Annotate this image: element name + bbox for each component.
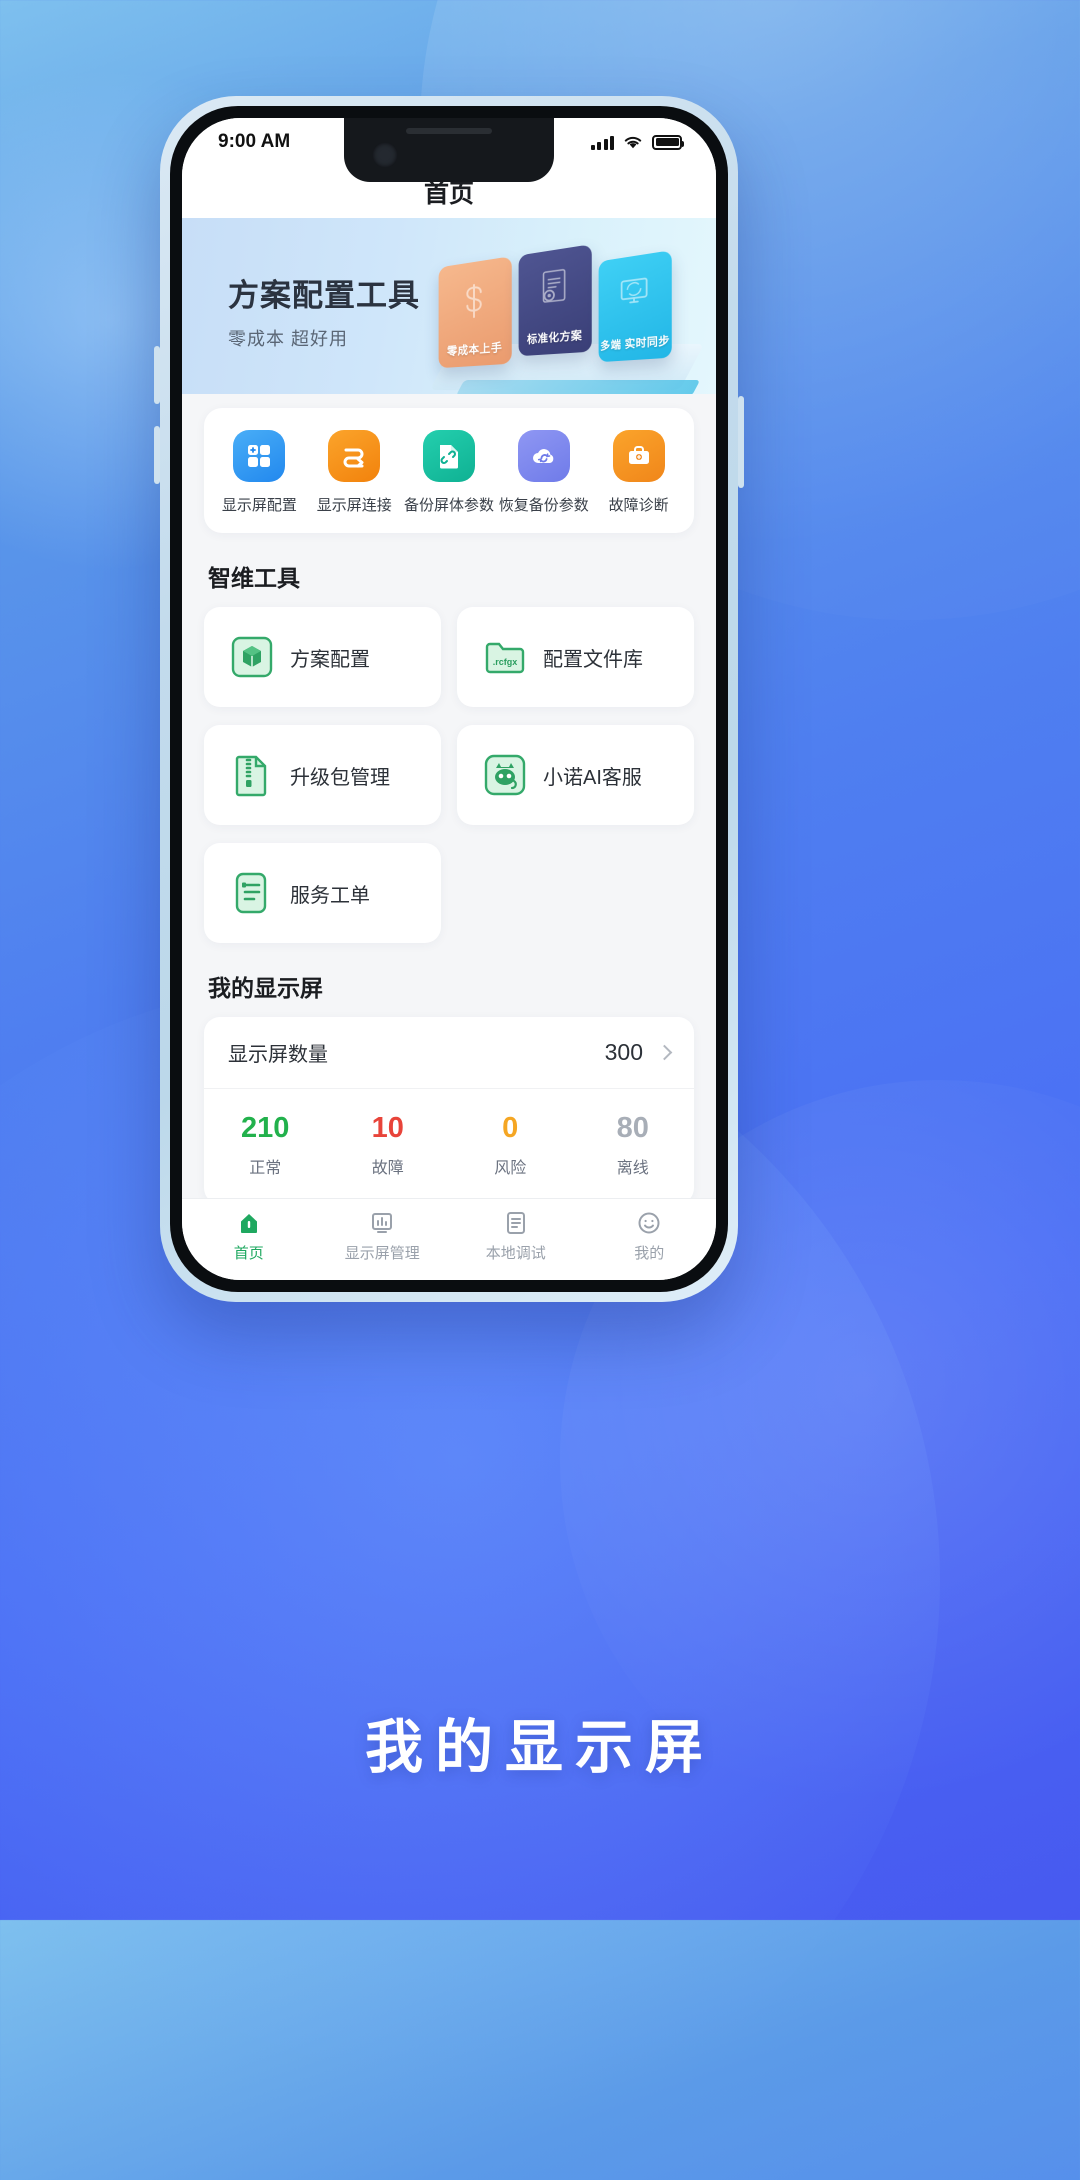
screen-stats-row: 210 正常 10 故障 0 风险 80 离线 <box>204 1089 694 1198</box>
stat-label: 故障 <box>327 1154 450 1178</box>
stat-label: 风险 <box>449 1154 572 1178</box>
banner-card-caption: 多端 实时同步 <box>600 335 670 353</box>
banner-title: 方案配置工具 <box>228 270 420 315</box>
tool-card-ai-support[interactable]: 小诺AI客服 <box>457 725 694 825</box>
cube-box-icon <box>230 634 274 680</box>
quick-actions-card: 显示屏配置 显示屏连接 备份屏体参数 恢复备份参数 故障诊断 <box>204 408 694 533</box>
link-arrows-icon <box>328 430 380 482</box>
cloud-restore-icon <box>518 430 570 482</box>
status-bar-icons <box>591 134 683 150</box>
profile-smiley-icon <box>636 1210 662 1236</box>
quick-action-restore-params[interactable]: 恢复备份参数 <box>496 430 591 515</box>
tool-card-label: 小诺AI客服 <box>543 761 642 790</box>
my-screens-card: 显示屏数量 300 210 正常 10 故障 0 风险 80 离线 <box>204 1017 694 1198</box>
quick-action-label: 显示屏配置 <box>222 494 297 515</box>
volume-down-button <box>154 426 160 484</box>
quick-action-screen-config[interactable]: 显示屏配置 <box>212 430 307 515</box>
status-bar-time: 9:00 AM <box>218 131 290 153</box>
home-icon <box>236 1210 262 1236</box>
cellular-signal-icon <box>591 134 615 150</box>
quick-action-label: 备份屏体参数 <box>404 494 494 515</box>
monitor-sync-icon <box>617 272 652 316</box>
quick-action-screen-connect[interactable]: 显示屏连接 <box>307 430 402 515</box>
tab-screen-management[interactable]: 显示屏管理 <box>316 1210 450 1263</box>
svg-text:.rcfgx: .rcfgx <box>493 657 518 667</box>
stat-normal[interactable]: 210 正常 <box>204 1111 327 1178</box>
tool-card-config-library[interactable]: .rcfgx 配置文件库 <box>457 607 694 707</box>
tool-card-service-order[interactable]: 服务工单 <box>204 843 441 943</box>
stat-risk[interactable]: 0 风险 <box>449 1111 572 1178</box>
tab-local-debug[interactable]: 本地调试 <box>449 1210 583 1263</box>
quick-action-label: 显示屏连接 <box>317 494 392 515</box>
tool-card-upgrade-package[interactable]: 升级包管理 <box>204 725 441 825</box>
banner-card-standard: 标准化方案 <box>519 244 592 356</box>
grid-squares-icon <box>233 430 285 482</box>
zip-file-icon <box>230 752 274 798</box>
phone-bezel: 9:00 AM 首页 方案配置工具 零成本 超好用 零成本上手 标准化方案 多端… <box>170 106 728 1292</box>
chevron-right-icon <box>657 1045 673 1061</box>
tab-label: 我的 <box>634 1242 664 1263</box>
rcfgx-folder-icon: .rcfgx <box>483 634 527 680</box>
banner-card-caption: 标准化方案 <box>527 330 582 347</box>
toolbox-icon <box>613 430 665 482</box>
page-caption: 我的显示屏 <box>0 1700 1080 1784</box>
stat-label: 离线 <box>572 1154 695 1178</box>
banner-illustration: 零成本上手 标准化方案 多端 实时同步 <box>434 242 710 392</box>
banner-subtitle: 零成本 超好用 <box>228 325 420 351</box>
screen-count-label: 显示屏数量 <box>228 1038 605 1067</box>
power-button <box>738 396 744 488</box>
tool-card-label: 服务工单 <box>290 879 370 908</box>
ai-mascot-icon <box>483 752 527 798</box>
screen-manage-icon <box>369 1210 395 1236</box>
promo-banner[interactable]: 方案配置工具 零成本 超好用 零成本上手 标准化方案 多端 实时同步 <box>182 218 716 394</box>
battery-icon <box>652 135 682 150</box>
wifi-icon <box>623 135 643 150</box>
my-screens-title: 我的显示屏 <box>208 969 716 1003</box>
phone-mockup: 9:00 AM 首页 方案配置工具 零成本 超好用 零成本上手 标准化方案 多端… <box>160 96 738 1302</box>
stat-value: 0 <box>449 1111 572 1146</box>
banner-text-group: 方案配置工具 零成本 超好用 <box>228 270 420 351</box>
dollar-sign-icon <box>458 278 491 324</box>
earpiece-speaker <box>406 128 492 134</box>
volume-up-button <box>154 346 160 404</box>
stat-label: 正常 <box>204 1154 327 1178</box>
tab-label: 首页 <box>234 1242 264 1263</box>
banner-card-sync: 多端 实时同步 <box>599 250 672 362</box>
phone-notch <box>344 118 554 182</box>
banner-card-caption: 零成本上手 <box>447 342 502 359</box>
tool-card-label: 配置文件库 <box>543 643 643 672</box>
stat-value: 80 <box>572 1111 695 1146</box>
tool-card-label: 升级包管理 <box>290 761 390 790</box>
quick-action-label: 故障诊断 <box>609 494 669 515</box>
tab-label: 显示屏管理 <box>345 1242 420 1263</box>
tab-profile[interactable]: 我的 <box>583 1210 717 1263</box>
tools-grid: 方案配置 .rcfgx 配置文件库 升级包管理 小诺AI客服 服务工单 <box>182 607 716 943</box>
stat-value: 10 <box>327 1111 450 1146</box>
phone-screen: 9:00 AM 首页 方案配置工具 零成本 超好用 零成本上手 标准化方案 多端… <box>182 118 716 1280</box>
file-link-icon <box>423 430 475 482</box>
banner-pedestal-edge <box>456 380 701 394</box>
tab-label: 本地调试 <box>486 1242 546 1263</box>
stat-value: 210 <box>204 1111 327 1146</box>
stat-fault[interactable]: 10 故障 <box>327 1111 450 1178</box>
screen-count-row[interactable]: 显示屏数量 300 <box>204 1017 694 1089</box>
tool-card-scheme-config[interactable]: 方案配置 <box>204 607 441 707</box>
quick-action-fault-diagnosis[interactable]: 故障诊断 <box>591 430 686 515</box>
screen-count-value: 300 <box>605 1039 643 1066</box>
quick-action-backup-params[interactable]: 备份屏体参数 <box>402 430 497 515</box>
work-order-icon <box>230 870 274 916</box>
local-debug-icon <box>503 1210 529 1236</box>
bottom-tab-bar: 首页 显示屏管理 本地调试 我的 <box>182 1198 716 1280</box>
stat-offline[interactable]: 80 离线 <box>572 1111 695 1178</box>
tools-section-title: 智维工具 <box>208 559 716 593</box>
tool-card-label: 方案配置 <box>290 643 370 672</box>
banner-card-cost: 零成本上手 <box>439 256 512 368</box>
quick-action-label: 恢复备份参数 <box>499 494 589 515</box>
front-camera-icon <box>372 142 398 168</box>
document-gear-icon <box>537 266 572 312</box>
scroll-content: 方案配置工具 零成本 超好用 零成本上手 标准化方案 多端 实时同步 显示屏配置… <box>182 218 716 1198</box>
tab-home[interactable]: 首页 <box>182 1210 316 1263</box>
